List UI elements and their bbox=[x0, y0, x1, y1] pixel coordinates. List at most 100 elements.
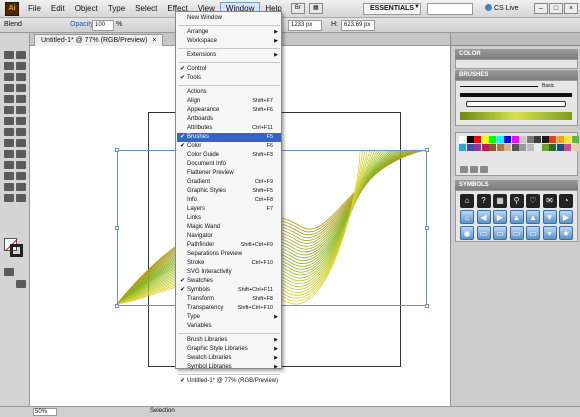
symbols-panel-header[interactable]: SYMBOLS bbox=[455, 180, 578, 190]
menu-item-gradient[interactable]: Gradient Ctrl+F9 bbox=[177, 178, 281, 187]
menu-item-align[interactable]: Align Shift+F7 bbox=[177, 97, 281, 106]
menu-item-layers[interactable]: Layers F7 bbox=[177, 205, 281, 214]
menu-file[interactable]: File bbox=[23, 2, 46, 16]
perspective-grid-tool-icon[interactable] bbox=[16, 139, 26, 147]
menu-item-info[interactable]: Info Ctrl+F8 bbox=[177, 196, 281, 205]
color-swatch[interactable] bbox=[549, 144, 556, 151]
search-symbol-icon[interactable]: ⚲ bbox=[509, 194, 524, 208]
toggle-symbol-icon[interactable]: ◉ bbox=[460, 226, 474, 240]
color-swatch[interactable] bbox=[504, 136, 511, 143]
delete-swatch-icon[interactable] bbox=[480, 166, 488, 173]
new-swatch-icon[interactable] bbox=[470, 166, 478, 173]
symbol-sprayer-tool-icon[interactable] bbox=[4, 172, 14, 180]
menu-item-transform[interactable]: Transform Shift+F8 bbox=[177, 295, 281, 304]
color-swatch[interactable] bbox=[541, 136, 549, 143]
color-swatch[interactable] bbox=[549, 136, 556, 143]
width-tool-icon[interactable] bbox=[4, 128, 14, 136]
document-tab[interactable]: Untitled-1* @ 77% (RGB/Preview) × bbox=[34, 34, 164, 46]
color-swatch[interactable] bbox=[526, 144, 534, 151]
w-input[interactable]: 1233 px bbox=[288, 20, 322, 31]
color-swatch[interactable] bbox=[556, 136, 564, 143]
menu-item-artboards[interactable]: Artboards bbox=[177, 115, 281, 124]
minimize-button[interactable]: – bbox=[534, 3, 548, 14]
resize-handle[interactable] bbox=[115, 304, 119, 308]
up-arrow-symbol-icon[interactable]: ▲ bbox=[509, 210, 524, 224]
down-arrow-symbol-icon[interactable]: ▼ bbox=[542, 210, 557, 224]
color-swatch[interactable] bbox=[466, 136, 474, 143]
line-tool-icon[interactable] bbox=[4, 84, 14, 92]
fill-stroke-widget[interactable] bbox=[4, 238, 24, 258]
rectangle-tool-icon[interactable] bbox=[16, 84, 26, 92]
shape-builder-tool-icon[interactable] bbox=[4, 139, 14, 147]
menu-item-symbols[interactable]: ✔ Symbols Shift+Ctrl+F11 bbox=[177, 286, 281, 295]
column-graph-tool-icon[interactable] bbox=[16, 172, 26, 180]
back-arrow-symbol-icon[interactable]: ◀ bbox=[476, 210, 491, 224]
color-swatch[interactable] bbox=[526, 136, 534, 143]
scale-tool-icon[interactable] bbox=[16, 117, 26, 125]
bridge-icon[interactable]: Br bbox=[290, 3, 305, 14]
close-button[interactable]: × bbox=[564, 3, 578, 14]
up-arrow-symbol-icon[interactable]: ▲ bbox=[526, 210, 540, 224]
menu-edit[interactable]: Edit bbox=[46, 2, 70, 16]
menu-item-graphic-style-libraries[interactable]: Graphic Style Libraries ▶ bbox=[177, 345, 281, 354]
eyedropper-tool-icon[interactable] bbox=[4, 161, 14, 169]
forward-arrow-symbol-icon[interactable]: ▶ bbox=[493, 210, 507, 224]
menu-item-stroke[interactable]: Stroke Ctrl+F10 bbox=[177, 259, 281, 268]
heart-symbol-icon[interactable]: ♡ bbox=[526, 194, 540, 208]
menu-item-swatches[interactable]: ✔ Swatches bbox=[177, 277, 281, 286]
brush-stroke[interactable] bbox=[460, 93, 572, 97]
color-swatch[interactable] bbox=[481, 144, 489, 151]
color-swatch[interactable] bbox=[489, 136, 496, 143]
color-swatch[interactable] bbox=[489, 144, 496, 151]
cart-symbol-icon[interactable]: ▦ bbox=[493, 194, 507, 208]
direct-selection-tool-icon[interactable] bbox=[16, 51, 26, 59]
menu-select[interactable]: Select bbox=[130, 2, 162, 16]
bar-button-symbol-icon[interactable]: ▭ bbox=[493, 226, 507, 240]
menu-item-tools[interactable]: ✔ Tools bbox=[177, 74, 281, 83]
gradient-tool-icon[interactable] bbox=[16, 150, 26, 158]
star-symbol-icon[interactable]: ★ bbox=[559, 226, 573, 240]
brush-stroke[interactable] bbox=[466, 101, 566, 107]
resize-handle[interactable] bbox=[425, 226, 429, 230]
h-input[interactable]: 623.69 px bbox=[341, 20, 375, 31]
menu-item-new-window[interactable]: New Window bbox=[177, 14, 281, 23]
color-swatch[interactable] bbox=[481, 136, 489, 143]
color-swatch[interactable] bbox=[474, 136, 481, 143]
menu-item-navigator[interactable]: Navigator bbox=[177, 232, 281, 241]
resize-handle[interactable] bbox=[425, 304, 429, 308]
blend-tool-icon[interactable] bbox=[16, 161, 26, 169]
menu-type[interactable]: Type bbox=[103, 2, 130, 16]
menu-item-symbol-libraries[interactable]: Symbol Libraries ▶ bbox=[177, 363, 281, 372]
stroke-swatch[interactable] bbox=[10, 244, 23, 257]
home-button-symbol-icon[interactable]: ⌂ bbox=[460, 210, 474, 224]
color-swatch[interactable] bbox=[564, 144, 571, 151]
menu-item-untitled-1-77-rgb-preview[interactable]: ✔ Untitled-1* @ 77% (RGB/Preview) bbox=[177, 377, 281, 386]
rotate-tool-icon[interactable] bbox=[4, 117, 14, 125]
color-swatch[interactable] bbox=[511, 136, 519, 143]
dropdown-symbol-icon[interactable]: ▾ bbox=[542, 226, 557, 240]
opacity-input[interactable]: 100 bbox=[92, 20, 114, 31]
menu-item-arrange[interactable]: Arrange ▶ bbox=[177, 28, 281, 37]
menu-item-appearance[interactable]: Appearance Shift+F6 bbox=[177, 106, 281, 115]
eraser-tool-icon[interactable] bbox=[16, 106, 26, 114]
menu-item-attributes[interactable]: Attributes Ctrl+F11 bbox=[177, 124, 281, 133]
menu-item-flattener-preview[interactable]: Flattener Preview bbox=[177, 169, 281, 178]
hand-tool-icon[interactable] bbox=[4, 194, 14, 202]
magic-wand-tool-icon[interactable] bbox=[4, 62, 14, 70]
color-swatch[interactable] bbox=[571, 136, 579, 143]
pen-tool-icon[interactable] bbox=[4, 73, 14, 81]
selection-tool-icon[interactable] bbox=[4, 51, 14, 59]
draw-normal-icon[interactable] bbox=[4, 268, 14, 276]
workspace-switcher[interactable]: ESSENTIALS bbox=[363, 3, 421, 15]
menu-item-control[interactable]: ✔ Control bbox=[177, 65, 281, 74]
menu-item-separations-preview[interactable]: Separations Preview bbox=[177, 250, 281, 259]
color-swatch[interactable] bbox=[474, 144, 481, 151]
brushes-panel-header[interactable]: BRUSHES bbox=[455, 70, 578, 80]
menu-item-type[interactable]: Type ▶ bbox=[177, 313, 281, 322]
resize-handle[interactable] bbox=[115, 226, 119, 230]
menu-item-transparency[interactable]: Transparency Shift+Ctrl+F10 bbox=[177, 304, 281, 313]
menu-item-svg-interactivity[interactable]: SVG Interactivity bbox=[177, 268, 281, 277]
resize-handle[interactable] bbox=[115, 148, 119, 152]
menu-object[interactable]: Object bbox=[70, 2, 103, 16]
menu-item-document-info[interactable]: Document Info bbox=[177, 160, 281, 169]
